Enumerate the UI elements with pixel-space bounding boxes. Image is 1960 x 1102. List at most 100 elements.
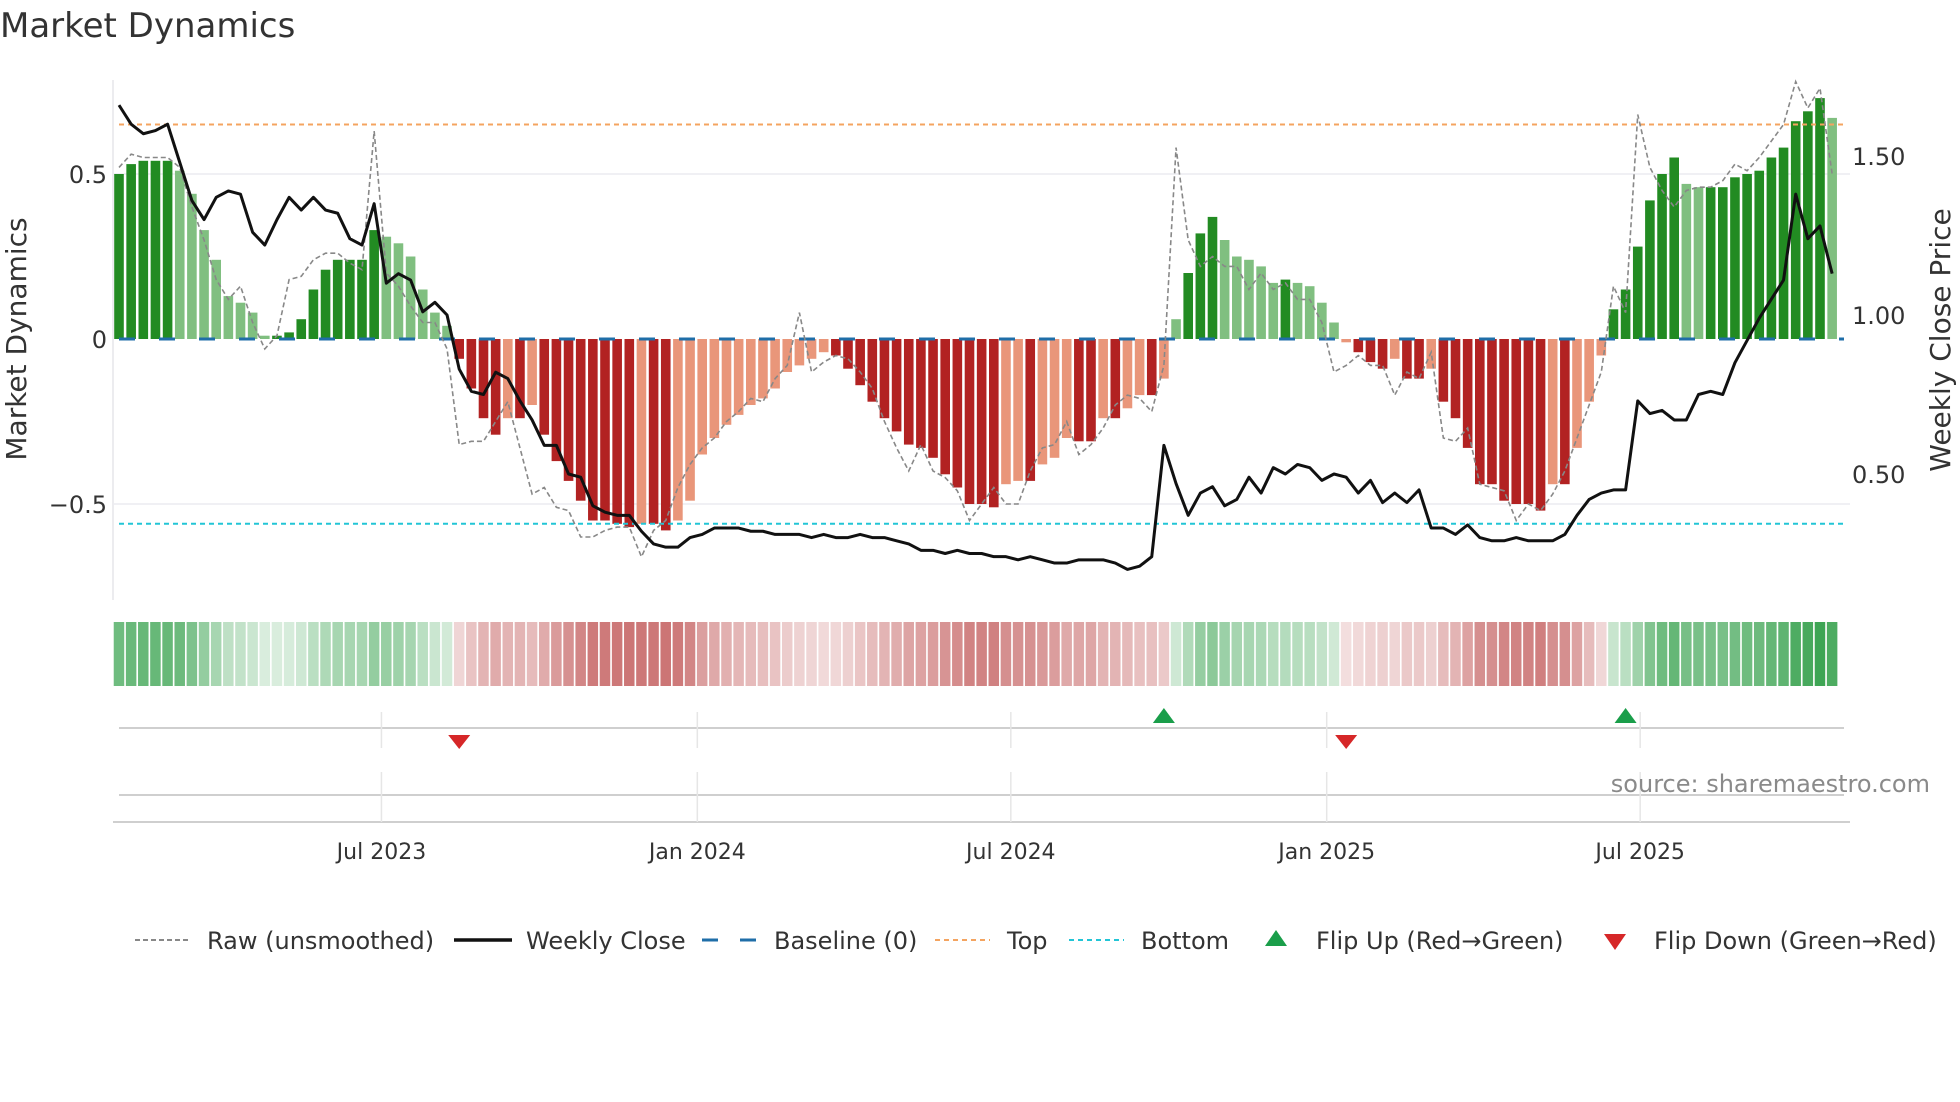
- dynamics-bar: [940, 339, 950, 475]
- dynamics-bar: [211, 259, 221, 339]
- heat-strip-cell: [138, 622, 149, 686]
- dynamics-bar: [867, 339, 878, 402]
- heat-strip-cell: [1790, 622, 1801, 686]
- heat-strip-cell: [393, 622, 404, 686]
- heat-strip-cell: [1158, 622, 1170, 686]
- heat-strip-cell: [660, 622, 671, 686]
- heat-strip-cell: [1401, 622, 1413, 686]
- dynamics-bar: [1669, 157, 1679, 339]
- dynamics-bar: [393, 243, 404, 339]
- dynamics-bar: [758, 339, 768, 399]
- flip-down-marker: [1335, 735, 1358, 749]
- heat-strip-cell: [733, 622, 744, 686]
- heat-strip-cell: [1000, 622, 1012, 686]
- dynamics-bar: [1523, 339, 1534, 504]
- heat-strip-cell: [1668, 622, 1680, 686]
- x-tick-label: Jul 2024: [964, 840, 1056, 865]
- dynamics-bar: [1232, 256, 1242, 339]
- heat-strip-cell: [259, 622, 271, 686]
- heat-strip-cell: [283, 622, 295, 686]
- dynamics-bar: [806, 339, 817, 359]
- heat-strip-cell: [551, 622, 562, 686]
- heat-strip-cell: [1425, 622, 1437, 686]
- heat-strip-cell: [709, 622, 720, 686]
- dynamics-bar: [174, 170, 185, 339]
- heat-strip-cell: [1365, 622, 1376, 686]
- flip-down-legend-icon: [1604, 934, 1626, 950]
- heat-strip-cell: [794, 622, 805, 686]
- source-label: source: sharemaestro.com: [1611, 770, 1930, 798]
- market-dynamics-chart: 0.50−0.51.501.000.50Market Dynamics Weekl…: [0, 79, 1957, 955]
- dynamics-bar: [709, 339, 720, 438]
- dynamics-bar: [320, 269, 331, 339]
- heat-strip-cell: [1717, 622, 1729, 686]
- heat-strip-cell: [186, 622, 198, 686]
- dynamics-bar: [1584, 339, 1594, 402]
- dynamics-bar: [588, 339, 598, 521]
- dynamics-bar: [1086, 339, 1096, 442]
- dynamics-bar: [430, 312, 440, 339]
- dynamics-bar: [1790, 121, 1801, 339]
- dynamics-bar: [1547, 339, 1558, 485]
- heat-strip-cell: [830, 622, 842, 686]
- dynamics-bar: [126, 164, 136, 339]
- heat-strip-cell: [1024, 622, 1036, 686]
- heat-strip-cell: [1510, 622, 1522, 686]
- heat-strip-cell: [1353, 622, 1364, 686]
- heat-strip-cell: [1814, 622, 1826, 686]
- dynamics-bar: [1353, 339, 1364, 353]
- dynamics-bar: [952, 339, 963, 488]
- dynamics-bar: [1219, 240, 1230, 339]
- dynamics-bar: [916, 339, 926, 448]
- heat-strip-cell: [1049, 622, 1060, 686]
- dynamics-bar: [964, 339, 975, 504]
- dynamics-bar: [1049, 339, 1060, 458]
- heat-strip-cell: [417, 622, 428, 686]
- dynamics-bar: [1183, 273, 1193, 339]
- heat-strip-cell: [1596, 622, 1607, 686]
- heat-strip-cell: [1182, 622, 1194, 686]
- dynamics-bar: [345, 259, 355, 339]
- heat-strip-cell: [247, 622, 258, 686]
- dynamics-bar: [1815, 98, 1825, 339]
- heat-strip-cell: [781, 622, 793, 686]
- heat-strip-cell: [891, 622, 902, 686]
- heat-strip-cell: [381, 622, 392, 686]
- dynamics-bar: [1730, 177, 1740, 339]
- dynamics-bar: [1074, 339, 1084, 442]
- dynamics-bar: [879, 339, 890, 419]
- heat-strip-cell: [538, 622, 550, 686]
- heat-strip-cell: [1753, 622, 1765, 686]
- dynamics-bar: [1705, 187, 1716, 339]
- heat-strip-cell: [198, 622, 210, 686]
- heat-strip-cell: [1620, 622, 1631, 686]
- heat-strip-cell: [976, 622, 987, 686]
- dynamics-bar: [1268, 282, 1279, 339]
- legend-label: Flip Up (Red→Green): [1316, 927, 1564, 955]
- heat-strip-cell: [1122, 622, 1133, 686]
- legend-label: Weekly Close: [526, 927, 686, 955]
- heat-strip-cell: [1523, 622, 1534, 686]
- legend-label: Bottom: [1141, 927, 1229, 955]
- heat-strip-cell: [1778, 622, 1789, 686]
- dynamics-bar: [1475, 339, 1485, 485]
- dynamics-bar: [357, 259, 367, 339]
- heat-strip-cell: [1012, 622, 1024, 686]
- dynamics-bar: [794, 339, 805, 366]
- dynamics-bar: [247, 312, 258, 339]
- x-tick-label: Jan 2025: [1276, 840, 1375, 865]
- dynamics-bar: [369, 230, 379, 339]
- heat-strip-cell: [1195, 622, 1206, 686]
- dynamics-bar: [1657, 174, 1667, 339]
- heat-strip-cell: [854, 622, 866, 686]
- dynamics-bar: [138, 160, 149, 339]
- dynamics-bar: [199, 230, 209, 339]
- dynamics-bar: [1280, 279, 1291, 339]
- heat-strip-cell: [1741, 622, 1753, 686]
- heat-strip-cell: [1340, 622, 1352, 686]
- heat-strip-cell: [502, 622, 514, 686]
- heat-strip-cell: [1438, 622, 1449, 686]
- dynamics-bar: [1171, 319, 1181, 339]
- dynamics-bar: [648, 339, 659, 524]
- heat-strip-cell: [1085, 622, 1097, 686]
